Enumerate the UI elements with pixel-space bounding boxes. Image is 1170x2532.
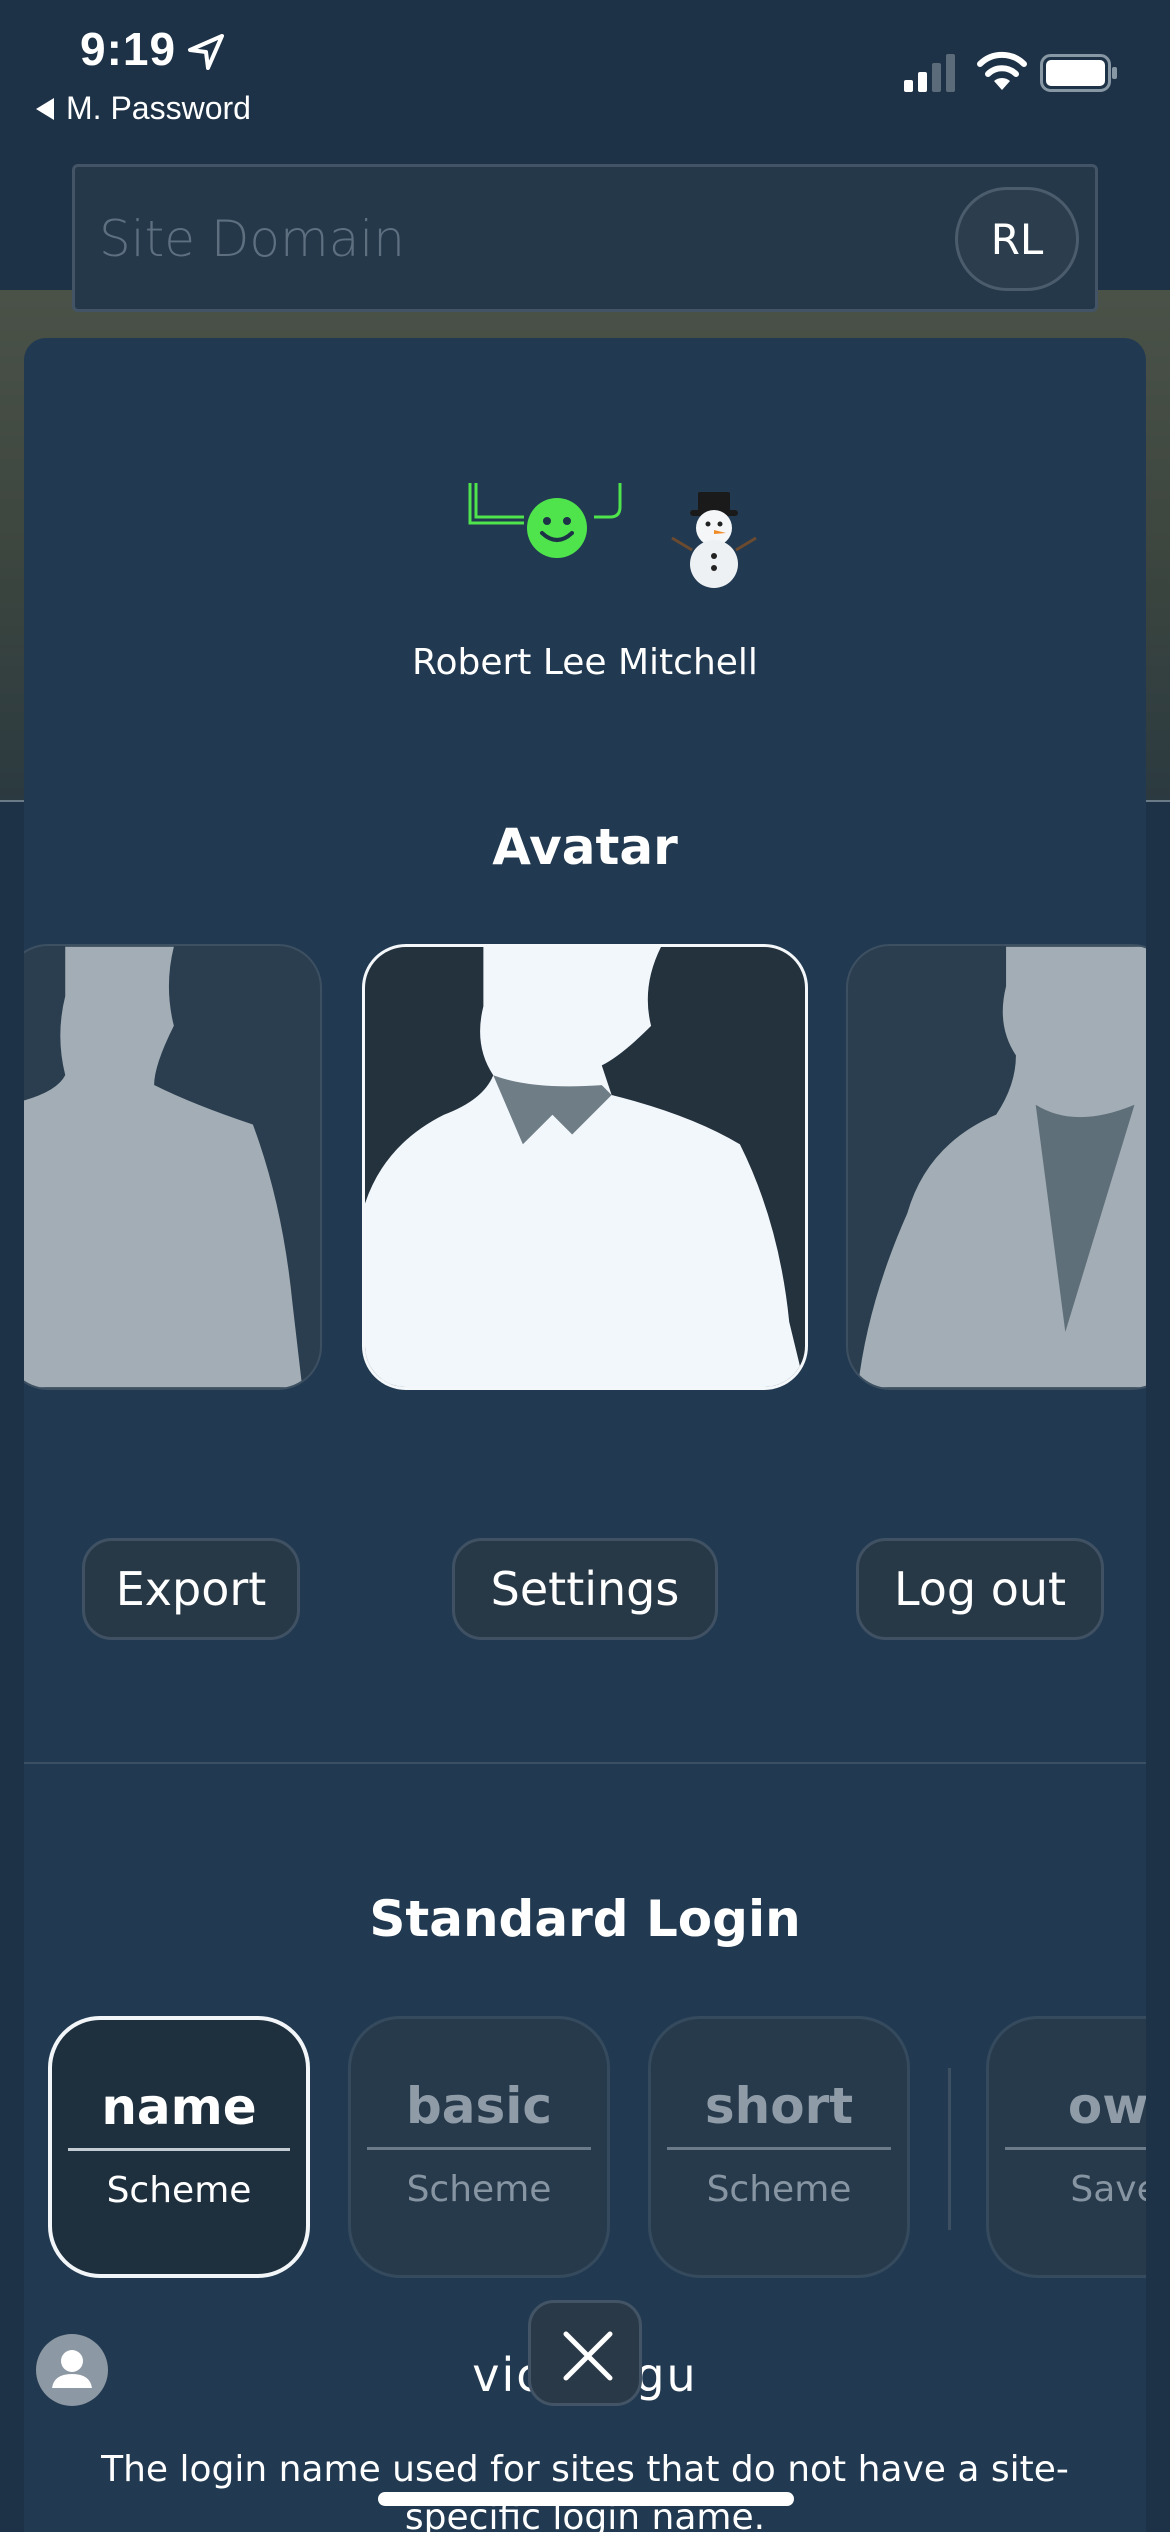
- avatar-option-selected[interactable]: [362, 944, 808, 1390]
- scheme-option-own[interactable]: own Saved: [986, 2016, 1146, 2278]
- battery-icon: [1040, 54, 1117, 92]
- home-indicator[interactable]: [378, 2492, 794, 2506]
- snowman-icon: [671, 492, 757, 588]
- scheme-sub-label: Scheme: [106, 2170, 252, 2211]
- back-label: M. Password: [66, 90, 251, 126]
- scheme-rule: [667, 2147, 891, 2150]
- user-sheet: Robert Lee Mitchell Avatar Export Settin…: [24, 338, 1146, 2532]
- back-to-app-link[interactable]: M. Password: [36, 90, 251, 127]
- section-divider: [24, 1762, 1146, 1764]
- scheme-name-label: short: [704, 2077, 854, 2135]
- identicon-icon: [468, 483, 622, 558]
- avatar-silhouette-icon: [365, 947, 805, 1387]
- location-arrow-icon: [188, 34, 224, 70]
- log-out-button[interactable]: Log out: [856, 1538, 1104, 1640]
- scheme-rule: [367, 2147, 591, 2150]
- cellular-signal-icon: [904, 54, 955, 92]
- scheme-option-basic[interactable]: basic Scheme: [348, 2016, 610, 2278]
- user-initials-button[interactable]: RL: [955, 187, 1079, 291]
- scheme-rule: [1005, 2147, 1146, 2150]
- avatar-option-previous[interactable]: [24, 944, 322, 1390]
- export-button[interactable]: Export: [82, 1538, 300, 1640]
- scheme-separator: [948, 2068, 951, 2230]
- standard-login-title: Standard Login: [369, 1890, 801, 1948]
- status-time: 9:19: [80, 23, 177, 75]
- site-domain-bar: RL: [72, 164, 1098, 312]
- user-full-name: Robert Lee Mitchell: [412, 642, 758, 683]
- site-domain-input[interactable]: [99, 207, 959, 271]
- scheme-option-name[interactable]: name Scheme: [48, 2016, 310, 2278]
- wifi-icon: [977, 51, 1027, 90]
- scheme-sub-label: Saved: [1070, 2169, 1146, 2210]
- settings-button[interactable]: Settings: [452, 1538, 718, 1640]
- scheme-name-label: name: [101, 2078, 257, 2136]
- scheme-name-label: basic: [405, 2077, 553, 2135]
- avatar-silhouette-icon: [24, 946, 303, 1388]
- scheme-option-short[interactable]: short Scheme: [648, 2016, 910, 2278]
- back-triangle-icon: [36, 97, 54, 120]
- close-button[interactable]: [528, 2300, 642, 2406]
- scheme-rule: [68, 2148, 290, 2151]
- avatar-silhouette-icon: [857, 946, 1146, 1388]
- avatar-section-title: Avatar: [492, 818, 678, 876]
- login-description: The login name used for sites that do no…: [101, 2449, 1069, 2532]
- close-icon: [563, 2331, 613, 2381]
- scheme-sub-label: Scheme: [706, 2169, 852, 2210]
- avatar-option-next[interactable]: [846, 944, 1146, 1390]
- scheme-name-label: own: [1067, 2077, 1146, 2135]
- scheme-sub-label: Scheme: [406, 2169, 552, 2210]
